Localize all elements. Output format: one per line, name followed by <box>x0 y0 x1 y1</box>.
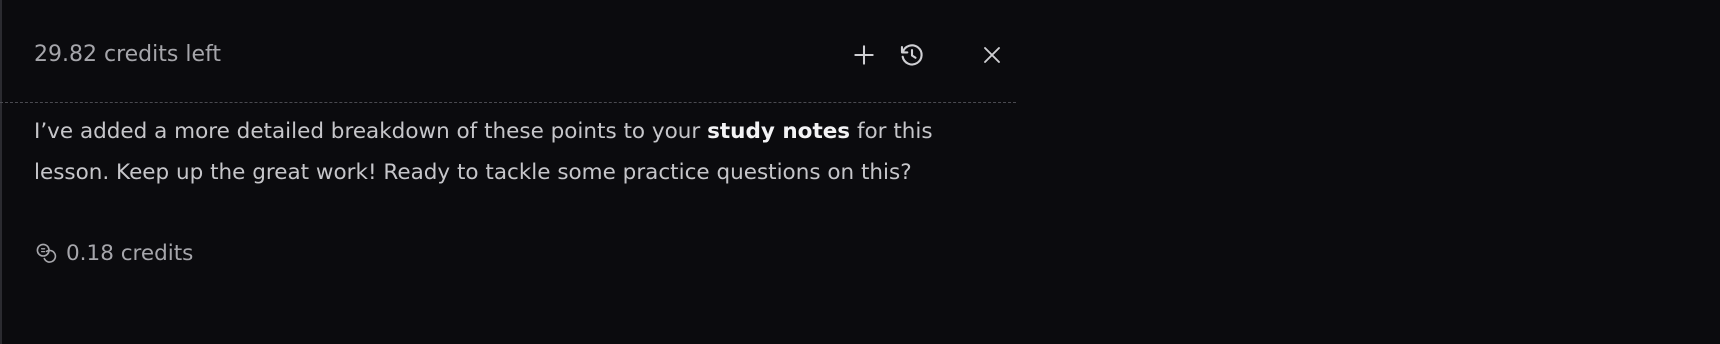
history-button[interactable] <box>894 37 930 73</box>
credits-remaining: 29.82 credits left <box>34 42 221 67</box>
study-notes-highlight: study notes <box>707 119 851 144</box>
assistant-panel: 29.82 credits left I’ve added a more det… <box>0 0 1016 344</box>
new-chat-button[interactable] <box>846 37 882 73</box>
coins-icon <box>36 243 57 263</box>
message-credit-usage: 0.18 credits <box>34 238 193 268</box>
history-icon <box>900 44 923 66</box>
close-button[interactable] <box>974 37 1010 73</box>
assistant-message: I’ve added a more detailed breakdown of … <box>34 111 1014 193</box>
close-icon <box>984 47 1000 63</box>
credit-usage-label: 0.18 credits <box>66 240 194 266</box>
header-divider <box>0 102 1016 103</box>
panel-header: 29.82 credits left <box>0 0 1014 102</box>
plus-icon <box>854 45 874 65</box>
message-text-start: I’ve added a more detailed breakdown of … <box>34 119 708 144</box>
